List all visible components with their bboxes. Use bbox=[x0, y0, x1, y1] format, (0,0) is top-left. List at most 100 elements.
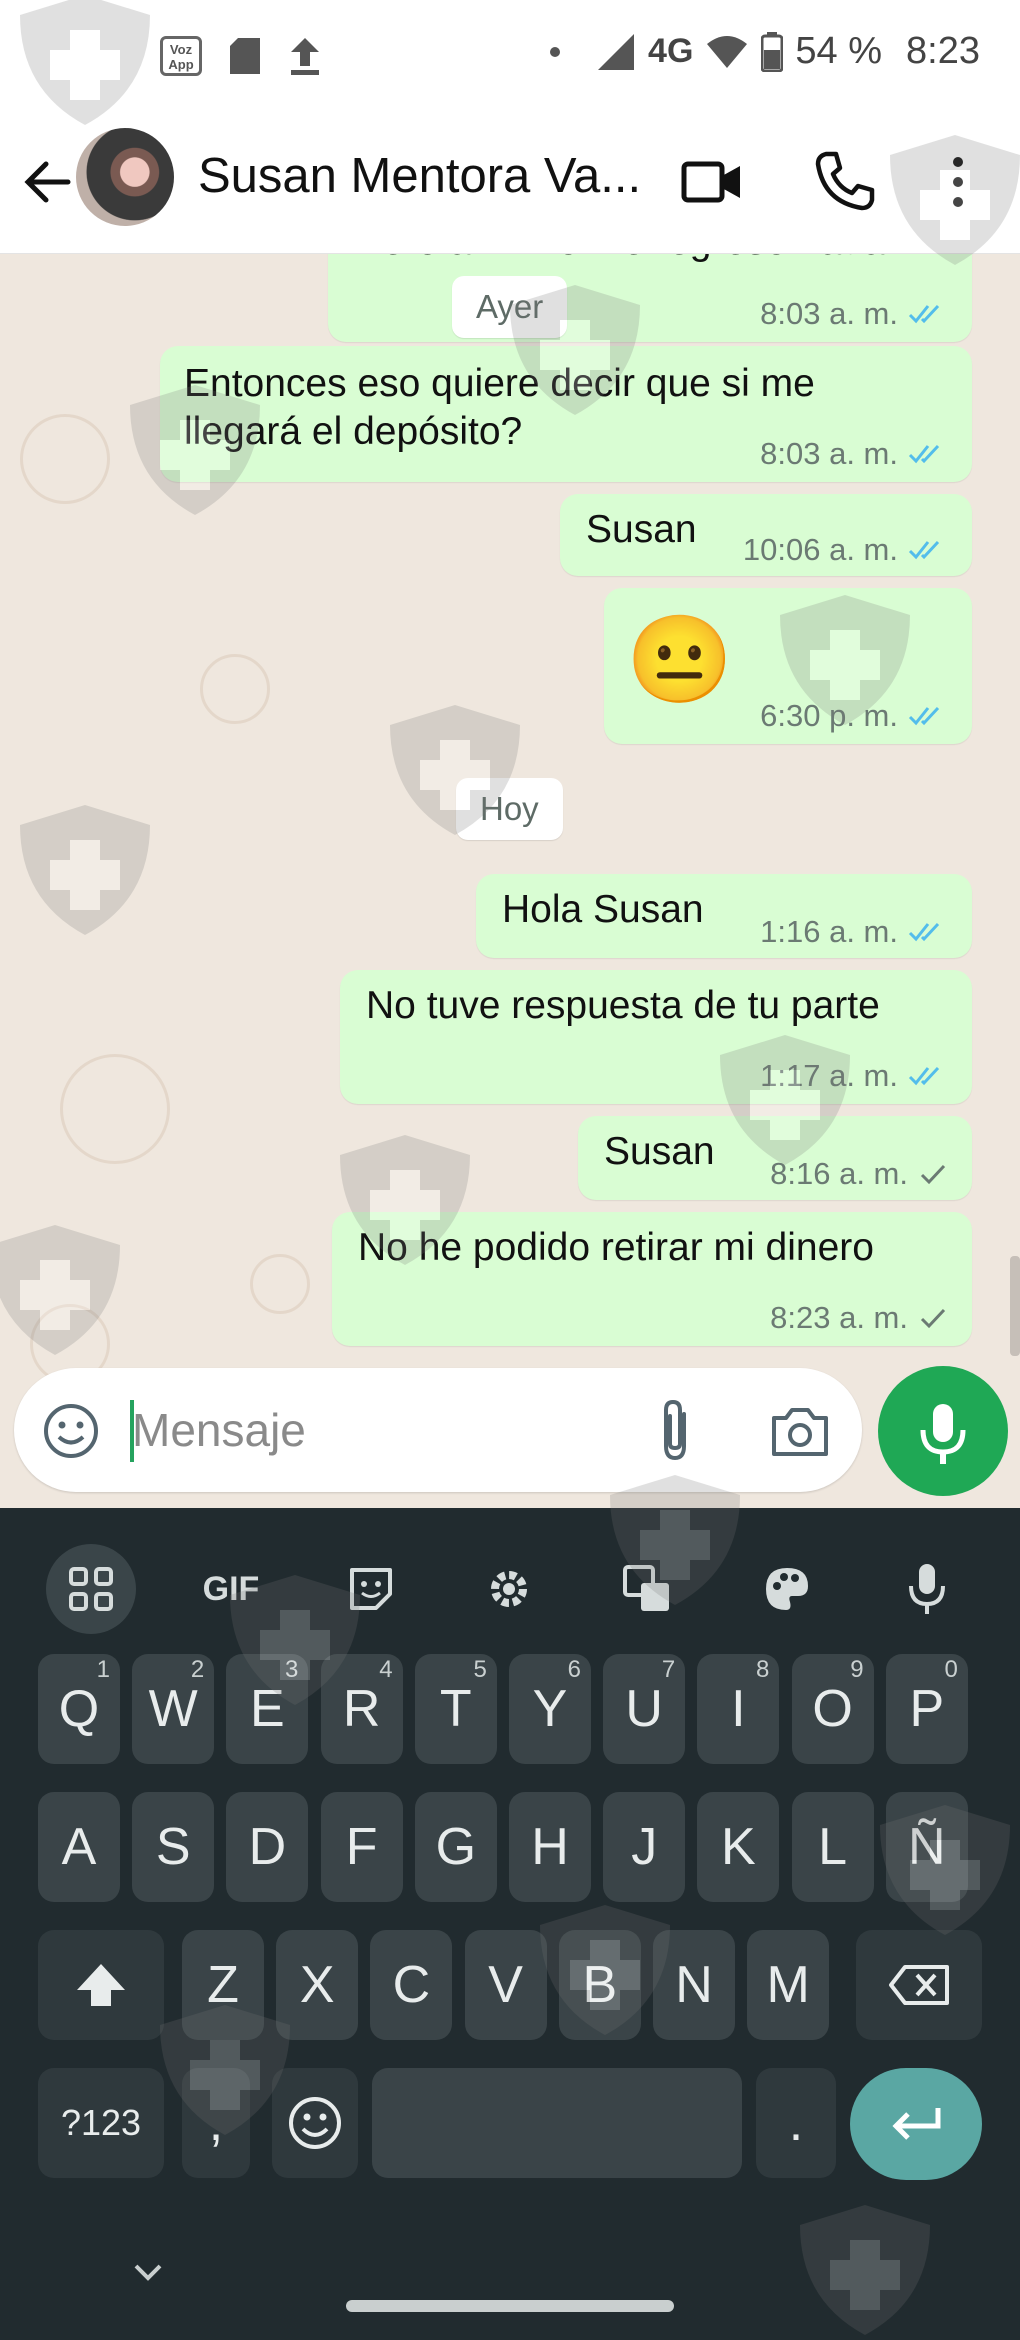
shift-icon bbox=[77, 1964, 125, 2006]
key-h[interactable]: H bbox=[509, 1792, 591, 1902]
key-ñ[interactable]: Ñ bbox=[885, 1792, 968, 1902]
key-label: S bbox=[155, 1818, 191, 1876]
message-bubble[interactable]: Hola Susan 1:16 a. m. bbox=[476, 874, 972, 958]
key-s[interactable]: S bbox=[132, 1792, 215, 1902]
message-bubble[interactable]: No he podido retirar mi dinero 8:23 a. m… bbox=[332, 1212, 972, 1346]
message-bubble[interactable]: Susan 10:06 a. m. bbox=[560, 494, 972, 576]
shift-key[interactable] bbox=[38, 1930, 164, 2040]
read-ticks-icon bbox=[908, 706, 940, 726]
key-a[interactable]: A bbox=[38, 1792, 120, 1902]
message-time: 8:16 a. m. bbox=[770, 1156, 908, 1191]
key-l[interactable]: L bbox=[791, 1792, 874, 1902]
contact-avatar[interactable] bbox=[76, 128, 174, 226]
key-label: J bbox=[631, 1818, 658, 1876]
wifi-icon bbox=[707, 35, 748, 68]
key-x[interactable]: X bbox=[276, 1930, 359, 2040]
gear-icon bbox=[491, 1571, 527, 1607]
key-number-hint: 9 bbox=[850, 1656, 864, 1683]
camera-icon[interactable] bbox=[770, 1404, 830, 1458]
backspace-key[interactable] bbox=[856, 1930, 982, 2040]
emoji-icon[interactable] bbox=[42, 1402, 100, 1460]
clock: 8:23 bbox=[906, 30, 980, 72]
status-bar: Voz App 4G 54 % 8:23 bbox=[0, 0, 1020, 120]
key-c[interactable]: C bbox=[370, 1930, 453, 2040]
key-label: V bbox=[488, 1956, 523, 2014]
read-ticks-icon bbox=[908, 444, 940, 464]
read-ticks-icon bbox=[908, 540, 940, 560]
key-n[interactable]: N bbox=[653, 1930, 735, 2040]
settings-button[interactable] bbox=[464, 1544, 554, 1634]
key-label: G bbox=[435, 1818, 477, 1876]
key-v[interactable]: V bbox=[464, 1930, 547, 2040]
battery-label: 54 % bbox=[795, 30, 883, 72]
key-number-hint: 3 bbox=[285, 1656, 299, 1683]
key-e[interactable]: E3 bbox=[226, 1654, 309, 1764]
message-bubble-emoji[interactable]: 😐 6:30 p. m. bbox=[604, 588, 972, 744]
key-t[interactable]: T5 bbox=[414, 1654, 497, 1764]
back-arrow-icon[interactable] bbox=[18, 154, 74, 210]
home-indicator[interactable] bbox=[346, 2300, 674, 2312]
key-f[interactable]: F bbox=[320, 1792, 403, 1902]
gif-button[interactable]: GIF bbox=[186, 1544, 276, 1634]
enter-key[interactable] bbox=[850, 2068, 982, 2180]
microphone-icon bbox=[909, 1564, 945, 1614]
message-text: Pero a mí no me regresó nada bbox=[356, 254, 885, 266]
key-p[interactable]: P0 bbox=[885, 1654, 968, 1764]
voice-typing-button[interactable] bbox=[882, 1544, 972, 1634]
key-w[interactable]: W2 bbox=[132, 1654, 215, 1764]
message-bubble[interactable]: Entonces eso quiere decir que si me lleg… bbox=[160, 346, 972, 482]
key-m[interactable]: M bbox=[747, 1930, 830, 2040]
key-q[interactable]: Q1 bbox=[38, 1654, 120, 1764]
message-bubble[interactable]: No tuve respuesta de tu parte 1:17 a. m. bbox=[340, 970, 972, 1104]
key-g[interactable]: G bbox=[414, 1792, 497, 1902]
message-text: Hola Susan bbox=[502, 888, 704, 931]
key-u[interactable]: U7 bbox=[603, 1654, 686, 1764]
wallpaper-doodle bbox=[20, 414, 110, 504]
attach-icon[interactable] bbox=[650, 1398, 700, 1464]
key-label: D bbox=[248, 1818, 287, 1876]
sd-card-icon bbox=[230, 38, 260, 74]
voice-call-icon[interactable] bbox=[814, 150, 876, 212]
message-bubble-partial[interactable]: Pero a mí no me regresó nada 8:03 a. m. bbox=[328, 254, 972, 342]
translate-button[interactable] bbox=[602, 1544, 692, 1634]
key-z[interactable]: Z bbox=[182, 1930, 264, 2040]
key-j[interactable]: J bbox=[603, 1792, 686, 1902]
key-label: F bbox=[345, 1818, 378, 1876]
period-key[interactable]: . bbox=[756, 2068, 836, 2178]
chat-scrollbar[interactable] bbox=[1010, 1256, 1020, 1356]
symbols-key[interactable]: ?123 bbox=[38, 2068, 164, 2178]
key-number-hint: 1 bbox=[96, 1656, 110, 1683]
message-time: 10:06 a. m. bbox=[742, 532, 898, 567]
key-r[interactable]: R4 bbox=[320, 1654, 403, 1764]
comma-key[interactable]: , bbox=[182, 2068, 250, 2178]
video-call-icon[interactable] bbox=[680, 150, 744, 214]
key-i[interactable]: I8 bbox=[697, 1654, 780, 1764]
key-y[interactable]: Y6 bbox=[509, 1654, 591, 1764]
key-label: Ñ bbox=[908, 1818, 946, 1876]
keyboard-apps-button[interactable] bbox=[46, 1544, 136, 1634]
message-time: 8:23 a. m. bbox=[770, 1300, 908, 1335]
key-b[interactable]: B bbox=[558, 1930, 641, 2040]
chat-area[interactable]: Pero a mí no me regresó nada 8:03 a. m. … bbox=[0, 254, 1020, 1508]
message-input[interactable] bbox=[132, 1390, 652, 1470]
message-time: 6:30 p. m. bbox=[760, 698, 898, 733]
more-options-icon[interactable] bbox=[940, 150, 976, 214]
message-time: 1:16 a. m. bbox=[760, 914, 898, 949]
key-o[interactable]: O9 bbox=[791, 1654, 874, 1764]
key-label: N bbox=[675, 1956, 713, 2014]
chevron-down-icon[interactable] bbox=[128, 2258, 168, 2288]
theme-button[interactable] bbox=[742, 1544, 832, 1634]
emoji-key[interactable] bbox=[272, 2068, 358, 2178]
key-number-hint: 6 bbox=[567, 1656, 581, 1683]
message-bubble[interactable]: Susan 8:16 a. m. bbox=[578, 1116, 972, 1200]
space-key[interactable] bbox=[372, 2068, 742, 2178]
key-k[interactable]: K bbox=[697, 1792, 780, 1902]
key-number-hint: 0 bbox=[944, 1656, 958, 1683]
key-number-hint: 4 bbox=[379, 1656, 393, 1683]
key-label: W bbox=[148, 1680, 198, 1738]
key-d[interactable]: D bbox=[226, 1792, 309, 1902]
palette-icon bbox=[766, 1568, 808, 1610]
voice-message-button[interactable] bbox=[878, 1366, 1008, 1496]
sticker-button[interactable] bbox=[326, 1544, 416, 1634]
contact-name[interactable]: Susan Mentora Va... bbox=[198, 148, 648, 204]
